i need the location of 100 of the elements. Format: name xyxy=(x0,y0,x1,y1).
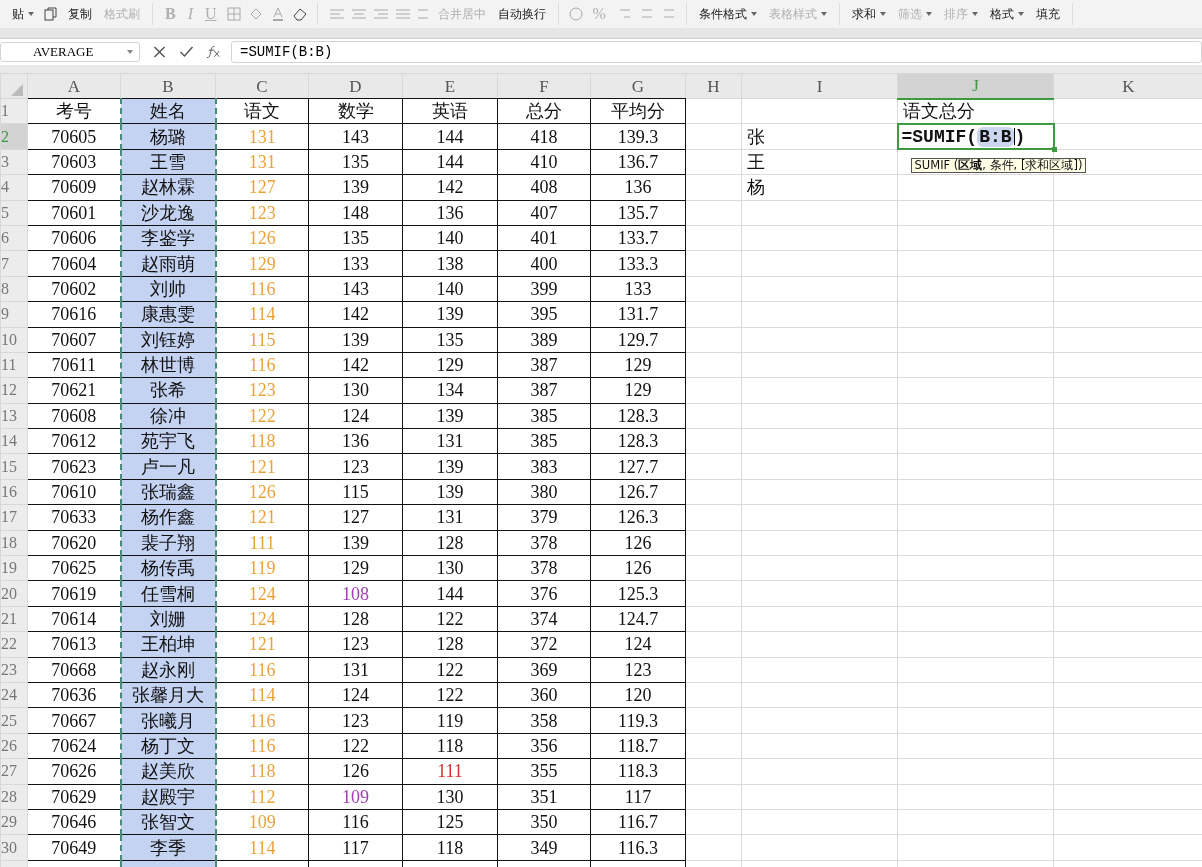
table-cell: 刘钰婷 xyxy=(120,327,216,353)
eraser-icon[interactable] xyxy=(292,7,307,21)
toolbar-button[interactable]: 贴 xyxy=(10,5,36,23)
toolbar-button[interactable]: 自动换行 xyxy=(495,5,548,23)
row-header[interactable]: 10 xyxy=(0,327,28,353)
column-header[interactable]: I xyxy=(741,73,898,99)
row-header[interactable]: 8 xyxy=(0,276,28,302)
table-cell: 356 xyxy=(497,733,591,759)
table-cell: 122 xyxy=(402,682,498,708)
row-header[interactable]: 25 xyxy=(0,707,28,734)
column-header[interactable]: J xyxy=(897,73,1054,99)
table-cell: 142 xyxy=(308,301,403,327)
row-header[interactable]: 20 xyxy=(0,580,28,607)
row-header[interactable]: 6 xyxy=(0,225,28,251)
row-header[interactable]: 23 xyxy=(0,657,28,683)
table-cell: 111 xyxy=(215,530,309,556)
column-header[interactable]: E xyxy=(402,73,498,99)
row-header[interactable]: 14 xyxy=(0,428,28,454)
table-cell: 109 xyxy=(215,809,309,835)
toolbar-button[interactable]: 条件格式 xyxy=(696,5,759,23)
table-cell: 李季 xyxy=(120,834,216,861)
toolbar-button[interactable]: 格式 xyxy=(987,5,1026,23)
font-color-icon[interactable] xyxy=(270,7,285,21)
table-cell: 杨璐 xyxy=(120,123,216,150)
table-cell: 130 xyxy=(402,555,498,581)
table-cell: 118 xyxy=(402,834,498,861)
row-header[interactable]: 16 xyxy=(0,479,28,505)
table-cell: 114 xyxy=(215,301,309,327)
row-header[interactable]: 9 xyxy=(0,301,28,327)
row-header[interactable]: 24 xyxy=(0,682,28,708)
table-cell: 116 xyxy=(215,276,309,302)
row-header[interactable]: 7 xyxy=(0,250,28,277)
table-cell: 372 xyxy=(497,631,591,658)
row-header[interactable]: 19 xyxy=(0,555,28,581)
row-header[interactable]: 3 xyxy=(0,149,28,175)
row-header[interactable]: 15 xyxy=(0,453,28,480)
toolbar-button[interactable]: 求和 xyxy=(849,5,888,23)
row-header[interactable]: 5 xyxy=(0,200,28,226)
table-cell: 119.3 xyxy=(590,707,686,734)
table-cell: 121 xyxy=(215,631,309,658)
table-cell: 118 xyxy=(215,428,309,454)
row-header[interactable]: 12 xyxy=(0,377,28,404)
caret-icon xyxy=(971,12,978,16)
table-cell: 133 xyxy=(308,250,403,277)
table-cell: 408 xyxy=(497,174,591,201)
caret-icon xyxy=(127,50,133,54)
select-all-icon[interactable] xyxy=(11,84,23,96)
row-header[interactable]: 4 xyxy=(0,174,28,201)
table-cell: 108 xyxy=(308,580,403,607)
row-header[interactable]: 30 xyxy=(0,834,28,861)
table-cell: 123 xyxy=(308,453,403,480)
row-header[interactable]: 11 xyxy=(0,352,28,378)
row-header[interactable]: 28 xyxy=(0,784,28,810)
column-header[interactable]: H xyxy=(685,73,742,99)
table-cell: 380 xyxy=(497,479,591,505)
function-icon[interactable] xyxy=(206,45,221,59)
row-header[interactable]: 27 xyxy=(0,758,28,785)
row-header[interactable]: 17 xyxy=(0,504,28,531)
column-header[interactable]: C xyxy=(215,73,309,99)
row-header[interactable]: 21 xyxy=(0,606,28,632)
table-cell: 128 xyxy=(402,530,498,556)
table-cell: 143 xyxy=(308,123,403,150)
row-header[interactable]: 1 xyxy=(0,98,28,124)
row-header[interactable]: 18 xyxy=(0,530,28,556)
row-header[interactable]: 22 xyxy=(0,631,28,658)
formula-field[interactable]: =SUMIF(B:B) xyxy=(231,41,1202,63)
table-cell: 李鉴学 xyxy=(120,225,216,251)
table-cell: 133 xyxy=(590,276,686,302)
column-header[interactable]: B xyxy=(120,73,216,99)
toolbar-button[interactable]: 填充 xyxy=(1033,5,1062,23)
table-cell: 127 xyxy=(308,504,403,531)
table-cell: 128 xyxy=(308,606,403,632)
table-cell: 康惠雯 xyxy=(120,301,216,327)
table-cell: 144 xyxy=(402,149,498,175)
toolbar-button[interactable]: 复制 xyxy=(66,5,94,23)
table-cell: 116 xyxy=(215,352,309,378)
row-header[interactable]: 29 xyxy=(0,809,28,835)
column-header[interactable]: G xyxy=(590,73,686,99)
copy-icon[interactable] xyxy=(44,7,58,21)
column-header[interactable]: A xyxy=(27,73,121,99)
table-cell: 杨作鑫 xyxy=(120,504,216,531)
table-cell: 平均分 xyxy=(590,98,686,124)
table-cell: 张曦月 xyxy=(120,707,216,734)
check-icon[interactable] xyxy=(179,45,194,59)
name-box[interactable]: AVERAGE xyxy=(0,42,140,62)
table-cell: 418 xyxy=(497,123,591,150)
close-icon[interactable] xyxy=(152,45,167,59)
table-cell: 358 xyxy=(497,707,591,734)
table-cell: 数学 xyxy=(308,98,403,124)
table-cell: 118.7 xyxy=(590,733,686,759)
column-header[interactable]: K xyxy=(1053,73,1202,99)
borders-icon[interactable] xyxy=(226,7,241,21)
table-cell: 徐冲 xyxy=(120,403,216,429)
row-header[interactable]: 2 xyxy=(0,123,28,150)
table-cell: 395 xyxy=(497,301,591,327)
row-header[interactable]: 13 xyxy=(0,403,28,429)
column-header[interactable]: F xyxy=(497,73,591,99)
align-icons-drawing[interactable] xyxy=(327,7,428,21)
column-header[interactable]: D xyxy=(308,73,403,99)
row-header[interactable]: 26 xyxy=(0,733,28,759)
